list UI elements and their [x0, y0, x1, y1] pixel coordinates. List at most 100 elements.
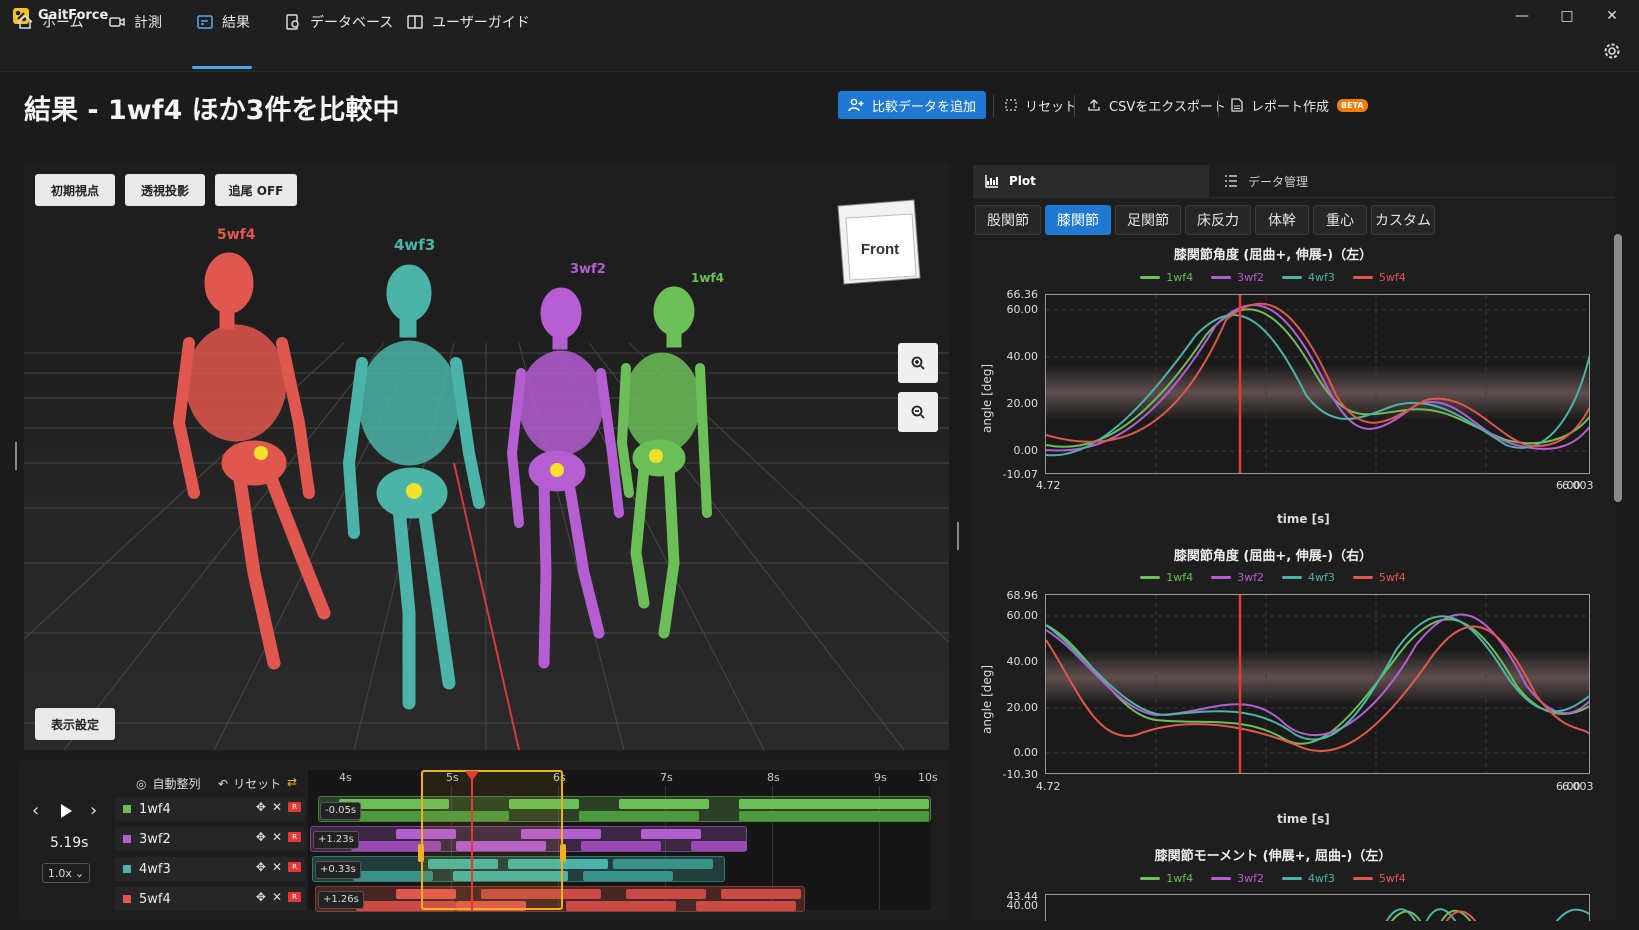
skeleton-1wf4[interactable] — [616, 286, 712, 639]
reset-view-button[interactable]: リセット — [1005, 91, 1077, 119]
plot-legend: 1wf4 3wf2 4wf3 5wf4 — [973, 271, 1573, 284]
play-icon[interactable] — [58, 803, 74, 819]
center-splitter-handle[interactable] — [957, 522, 959, 550]
skeleton-3wf2[interactable] — [506, 287, 624, 669]
move-icon[interactable]: ✥ — [256, 860, 266, 874]
nav-guide[interactable]: ユーザーガイド — [406, 8, 530, 36]
playhead-marker-icon[interactable] — [465, 771, 479, 781]
view-cube[interactable]: Front — [832, 196, 924, 288]
nav-database[interactable]: データベース — [284, 8, 393, 36]
timeline-row-3wf2[interactable]: 3wf2 ✥ ✕ R — [115, 827, 305, 851]
beta-badge: BETA — [1337, 98, 1368, 112]
move-icon[interactable]: ✥ — [256, 830, 266, 844]
speed-select[interactable]: 1.0x ⌄ — [42, 863, 90, 883]
auto-align-button[interactable]: ◎ 自動整列 — [136, 775, 201, 792]
plot-area-knee-right[interactable] — [1045, 594, 1590, 774]
selection-left-handle[interactable] — [418, 844, 424, 862]
panel-scrollbar[interactable] — [1614, 234, 1622, 502]
nav-results[interactable]: 結果 — [196, 8, 250, 36]
r-badge[interactable]: R — [288, 862, 301, 872]
nav-home[interactable]: ホーム — [16, 8, 84, 36]
tab-plot[interactable]: Plot — [973, 165, 1209, 197]
reset-label: リセット — [1025, 99, 1078, 115]
knee-right-curves — [1046, 595, 1589, 773]
header-separator — [993, 95, 994, 117]
legend-item: 1wf4 — [1140, 571, 1193, 584]
legend-item: 3wf2 — [1211, 872, 1264, 885]
tab-plot-label: Plot — [1009, 174, 1036, 188]
report-label: レポート作成 — [1251, 99, 1330, 115]
row-name: 4wf3 — [139, 861, 171, 877]
legend-item: 4wf3 — [1282, 872, 1335, 885]
timeline-tick: 10s — [918, 771, 938, 784]
remove-icon[interactable]: ✕ — [272, 890, 282, 904]
maximize-icon[interactable]: □ — [1557, 6, 1577, 26]
legend-item: 5wf4 — [1352, 872, 1406, 885]
plot-area-knee-left[interactable] — [1045, 294, 1590, 474]
y-tick: 60.00 — [1006, 303, 1039, 316]
remove-icon[interactable]: ✕ — [272, 860, 282, 874]
r-badge[interactable]: R — [288, 802, 301, 812]
create-report-button[interactable]: レポート作成 BETA — [1231, 91, 1368, 119]
remove-icon[interactable]: ✕ — [272, 800, 282, 814]
joint-tab-custom[interactable]: カスタム — [1371, 205, 1435, 235]
add-compare-data-button[interactable]: 比較データを追加 — [838, 91, 986, 119]
zoom-out-button[interactable] — [898, 392, 938, 432]
nav-measure[interactable]: 計測 — [108, 8, 162, 36]
perspective-button[interactable]: 透視投影 — [125, 174, 205, 206]
left-splitter-handle[interactable] — [15, 442, 17, 470]
row-color-swatch — [123, 805, 131, 813]
export-csv-button[interactable]: CSVをエクスポート — [1087, 91, 1226, 119]
skeleton-5wf4[interactable] — [172, 252, 331, 670]
timeline-reset-button[interactable]: ↶ リセット — [218, 775, 281, 792]
clip-bar-1wf4[interactable] — [318, 796, 931, 822]
joint-tab-knee[interactable]: 膝関節 — [1045, 205, 1111, 235]
legend-item: 3wf2 — [1211, 571, 1264, 584]
zoom-out-icon — [911, 405, 925, 419]
timeline-row-4wf3[interactable]: 4wf3 ✥ ✕ R — [115, 857, 305, 881]
close-icon[interactable]: ✕ — [1602, 6, 1622, 26]
undo-icon: ↶ — [218, 776, 229, 791]
remove-icon[interactable]: ✕ — [272, 830, 282, 844]
skeleton-label-3wf2: 3wf2 — [570, 262, 606, 277]
report-file-icon — [1231, 98, 1243, 112]
timeline-selection-window[interactable] — [421, 770, 563, 910]
upload-icon — [1088, 99, 1100, 111]
loop-icon[interactable]: ⇄ — [287, 775, 297, 789]
joint-tab-trunk[interactable]: 体幹 — [1255, 205, 1309, 235]
joint-tab-ankle[interactable]: 足関節 — [1115, 205, 1181, 235]
r-badge[interactable]: R — [288, 832, 301, 842]
skeleton-scene — [24, 252, 949, 750]
plot-area-knee-moment[interactable] — [1045, 894, 1590, 921]
tab-data-management[interactable]: データ管理 — [1220, 165, 1450, 197]
timeline-row-1wf4[interactable]: 1wf4 ✥ ✕ R — [115, 797, 305, 821]
offset-label-4wf3: +0.33s — [315, 861, 361, 879]
move-icon[interactable]: ✥ — [256, 800, 266, 814]
settings-gear-icon[interactable] — [1601, 40, 1623, 62]
next-frame-icon[interactable]: › — [90, 800, 97, 821]
timeline-row-5wf4[interactable]: 5wf4 ✥ ✕ R — [115, 887, 305, 911]
knee-left-curves — [1046, 295, 1589, 473]
initial-view-button[interactable]: 初期視点 — [35, 174, 115, 206]
playhead[interactable] — [471, 775, 473, 910]
joint-tab-hip[interactable]: 股関節 — [975, 205, 1041, 235]
zoom-in-button[interactable] — [898, 343, 938, 383]
joint-tab-com[interactable]: 重心 — [1313, 205, 1367, 235]
display-settings-button[interactable]: 表示設定 — [35, 708, 115, 740]
list-icon — [1225, 175, 1237, 187]
home-icon — [17, 15, 33, 29]
move-icon[interactable]: ✥ — [256, 890, 266, 904]
follow-toggle-button[interactable]: 追尾 OFF — [215, 174, 297, 206]
3d-viewport[interactable] — [24, 163, 949, 750]
r-badge[interactable]: R — [288, 892, 301, 902]
joint-tab-grf[interactable]: 床反力 — [1185, 205, 1251, 235]
header-separator — [1074, 95, 1075, 117]
y-tick: -10.30 — [1002, 768, 1038, 781]
view-cube-label: Front — [861, 241, 899, 258]
zoom-in-icon — [911, 356, 925, 370]
prev-frame-icon[interactable]: ‹ — [32, 800, 39, 821]
page-title: 結果 - 1wf4 ほか3件を比較中 — [24, 95, 400, 126]
minimize-icon[interactable]: — — [1512, 6, 1532, 26]
selection-right-handle[interactable] — [560, 844, 566, 862]
video-camera-icon — [109, 17, 125, 27]
